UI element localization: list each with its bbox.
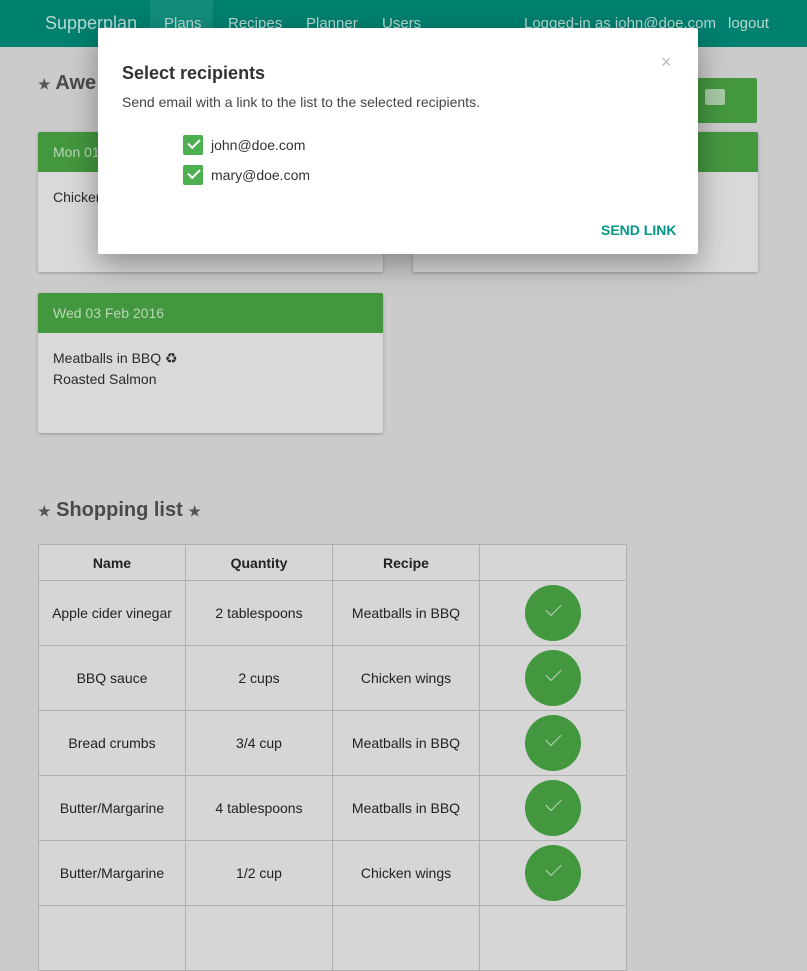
cell [479,905,627,971]
table-row: Apple cider vinegar 2 tablespoons Meatball… [38,580,627,646]
cell-quantity: 3/4 cup [185,710,333,776]
shopping-table: Name Quantity Recipe Apple cider vinegar… [38,544,627,971]
recipient-checkbox[interactable]: mary@doe.com [183,165,310,185]
cell-recipe: Meatballs in BBQ [332,775,480,841]
card-recipe[interactable]: Meatballs in BBQ ♻ [53,348,368,369]
recipient-checkbox[interactable]: john@doe.com [183,135,305,155]
col-quantity: Quantity [185,544,333,581]
cell-recipe: Meatballs in BBQ [332,710,480,776]
cell-action [479,775,627,841]
table-row: Butter/Margarine 4 tablespoons Meatballs i… [38,775,627,841]
cell-name: Bread crumbs [38,710,186,776]
cell-action [479,645,627,711]
star-icon: ★ [188,503,201,519]
plan-title: ★ Awe [38,72,97,94]
cell-quantity: 2 cups [185,645,333,711]
star-icon: ★ [38,76,51,92]
col-recipe: Recipe [332,544,480,581]
send-link-button[interactable]: SEND LINK [601,222,676,238]
cell-name: BBQ sauce [38,645,186,711]
cell-name: Apple cider vinegar [38,580,186,646]
plan-card: Wed 03 Feb 2016 Meatballs in BBQ ♻ Roast… [38,293,383,433]
checkbox-checked-icon[interactable] [183,135,203,155]
check-button[interactable] [525,780,581,836]
cell [38,905,186,971]
cell-action [479,580,627,646]
modal-description: Send email with a link to the list to th… [122,94,480,110]
envelope-icon [705,89,725,105]
cell-quantity: 2 tablespoons [185,580,333,646]
table-row [38,905,627,971]
check-button[interactable] [525,650,581,706]
card-recipe[interactable]: Roasted Salmon [53,369,368,390]
cell-quantity: 1/2 cup [185,840,333,906]
close-icon[interactable]: × [661,52,672,73]
cell-name: Butter/Margarine [38,840,186,906]
check-button[interactable] [525,585,581,641]
cell-quantity: 4 tablespoons [185,775,333,841]
shopping-list-title: ★ Shopping list ★ [38,499,201,521]
card-date: Wed 03 Feb 2016 [38,293,383,333]
modal-title: Select recipients [122,63,266,83]
col-name: Name [38,544,186,581]
col-action [479,544,627,581]
table-row: Bread crumbs 3/4 cup Meatballs in BBQ [38,710,627,776]
table-row: Butter/Margarine 1/2 cup Chicken wings [38,840,627,906]
check-button[interactable] [525,845,581,901]
select-recipients-modal: Select recipients × Send email with a li… [98,28,698,254]
cell-recipe: Chicken wings [332,645,480,711]
star-icon: ★ [38,503,51,519]
cell-recipe: Meatballs in BBQ [332,580,480,646]
checkbox-checked-icon[interactable] [183,165,203,185]
check-button[interactable] [525,715,581,771]
cell-action [479,840,627,906]
table-row: BBQ sauce 2 cups Chicken wings [38,645,627,711]
cell-name: Butter/Margarine [38,775,186,841]
logout-link[interactable]: logout [728,15,769,32]
cell [332,905,480,971]
cell-recipe: Chicken wings [332,840,480,906]
cell-action [479,710,627,776]
cell [185,905,333,971]
